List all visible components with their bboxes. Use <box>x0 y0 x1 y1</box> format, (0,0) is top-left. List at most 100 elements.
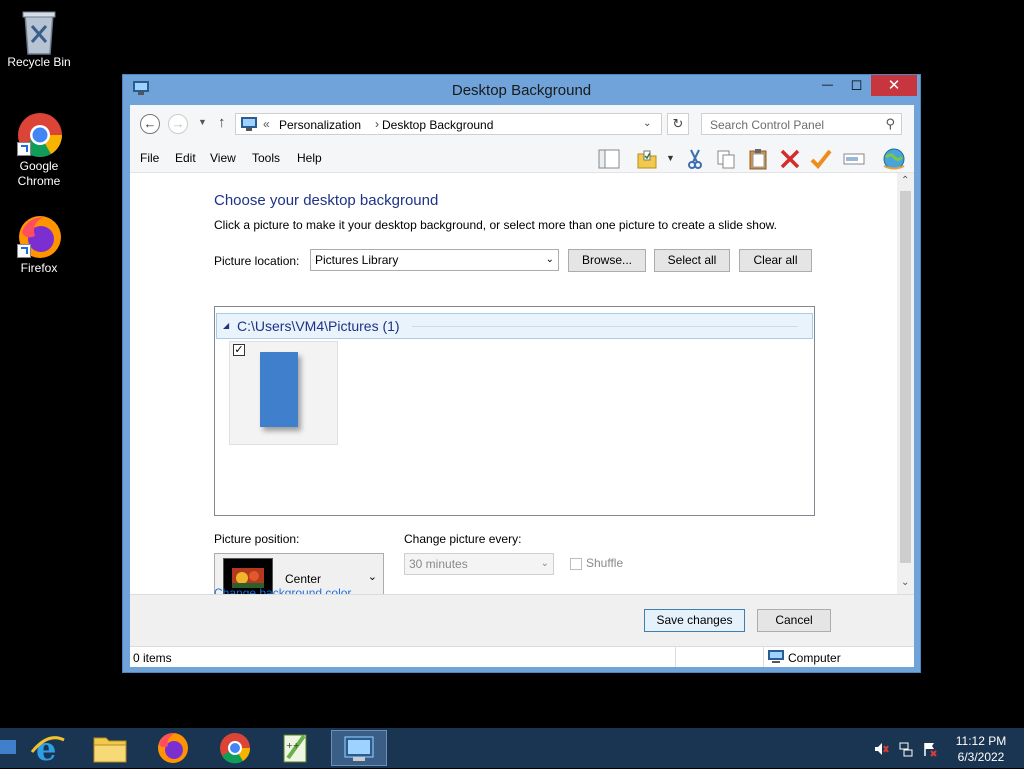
properties-check-icon[interactable] <box>810 148 832 170</box>
scroll-down-arrow-icon[interactable]: ⌄ <box>901 577 909 588</box>
layout-pane-icon[interactable] <box>598 148 620 170</box>
chrome-icon <box>17 112 62 157</box>
status-location: Computer <box>788 651 841 665</box>
internet-explorer-icon: e <box>30 730 65 768</box>
clear-all-button[interactable]: Clear all <box>739 249 812 272</box>
start-button[interactable] <box>0 740 16 754</box>
scroll-up-arrow-icon[interactable]: ⌃ <box>901 175 909 186</box>
chrome-label: Google Chrome <box>17 159 61 188</box>
search-input[interactable]: Search Control Panel <box>710 118 824 132</box>
taskbar-notepad-plus[interactable]: ++ <box>272 730 320 766</box>
taskbar-chrome[interactable] <box>211 730 259 766</box>
cut-icon[interactable] <box>684 148 706 170</box>
recycle-bin-label: Recycle Bin <box>7 55 71 69</box>
desktop-icon-recycle-bin[interactable]: Recycle Bin <box>1 8 77 70</box>
menu-edit[interactable]: Edit <box>175 151 196 165</box>
shuffle-checkbox[interactable] <box>570 558 582 570</box>
menu-tools[interactable]: Tools <box>252 151 280 165</box>
menu-file[interactable]: File <box>140 151 159 165</box>
clock-date: 6/3/2022 <box>957 750 1005 764</box>
status-bar: 0 items Computer <box>130 646 914 667</box>
organize-dropdown-icon[interactable]: ▼ <box>666 153 675 163</box>
page-description: Click a picture to make it your desktop … <box>214 218 777 232</box>
search-icon[interactable]: ⚲ <box>885 116 895 132</box>
main-content: Choose your desktop background Click a p… <box>130 173 897 594</box>
menu-view[interactable]: View <box>210 151 236 165</box>
recycle-bin-icon <box>17 8 61 55</box>
control-panel-icon <box>344 736 374 761</box>
group-divider <box>412 326 798 327</box>
file-explorer-icon <box>93 737 127 763</box>
clock[interactable]: 11:12 PM 6/3/2022 <box>948 733 1014 765</box>
chevron-down-icon: ⌄ <box>540 558 549 569</box>
menu-bar: File Edit View Tools Help ▼ <box>130 145 914 173</box>
picture-thumbnail[interactable] <box>229 341 338 445</box>
picture-position-label: Picture position: <box>214 532 300 546</box>
copy-icon[interactable] <box>715 148 737 170</box>
status-divider <box>675 647 676 667</box>
picture-gallery[interactable]: ◢ C:\Users\VM4\Pictures (1) ✓ <box>214 306 815 516</box>
up-arrow-icon[interactable]: ↑ <box>218 114 226 131</box>
taskbar-control-panel[interactable] <box>331 730 387 766</box>
network-icon[interactable] <box>898 741 914 757</box>
minimize-button[interactable]: — <box>813 75 842 96</box>
picture-location-value: Pictures Library <box>315 253 399 267</box>
thumbnail-checkbox[interactable]: ✓ <box>233 344 245 356</box>
collapse-triangle-icon[interactable]: ◢ <box>223 321 229 330</box>
address-bar[interactable]: « Personalization › Desktop Background ⌄ <box>235 113 662 135</box>
folder-options-icon[interactable] <box>636 148 658 170</box>
svg-text:e: e <box>36 730 56 766</box>
vertical-scrollbar[interactable]: ⌃ ⌄ <box>897 173 914 594</box>
desktop-background-window: Desktop Background — ☐ ✕ ← → ▼ ↑ « Perso… <box>122 74 921 673</box>
shuffle-label: Shuffle <box>586 556 624 570</box>
save-changes-button[interactable]: Save changes <box>644 609 745 632</box>
picture-location-label: Picture location: <box>214 254 300 268</box>
maximize-button[interactable]: ☐ <box>842 75 871 96</box>
chrome-icon <box>220 733 251 764</box>
folder-group-title: C:\Users\VM4\Pictures (1) <box>237 318 400 334</box>
action-center-flag-icon[interactable] <box>922 741 938 757</box>
window-client-area: ← → ▼ ↑ « Personalization › Desktop Back… <box>130 105 914 667</box>
forward-button[interactable]: → <box>168 114 188 134</box>
rename-icon[interactable] <box>843 148 865 170</box>
scroll-thumb[interactable] <box>900 191 911 563</box>
delete-icon[interactable] <box>779 148 801 170</box>
computer-icon <box>768 650 784 664</box>
recent-pages-dropdown-icon[interactable]: ▼ <box>198 117 207 127</box>
desktop-icon-chrome[interactable]: Google Chrome <box>1 112 77 189</box>
shortcut-arrow-icon <box>17 244 31 258</box>
navigation-bar: ← → ▼ ↑ « Personalization › Desktop Back… <box>130 105 914 145</box>
picture-position-value: Center <box>285 572 322 586</box>
clock-time: 11:12 PM <box>955 734 1007 748</box>
taskbar: e ++ 11:12 PM 6/3/2022 <box>0 728 1024 768</box>
close-button[interactable]: ✕ <box>871 75 917 96</box>
title-bar[interactable]: Desktop Background — ☐ ✕ <box>123 75 920 105</box>
refresh-button[interactable]: ↻ <box>667 113 689 135</box>
globe-help-icon[interactable] <box>882 148 905 170</box>
paste-icon[interactable] <box>747 148 769 170</box>
status-divider <box>763 647 764 667</box>
folder-group-header[interactable]: ◢ C:\Users\VM4\Pictures (1) <box>216 313 813 339</box>
taskbar-file-explorer[interactable] <box>86 730 134 766</box>
cancel-button[interactable]: Cancel <box>757 609 831 632</box>
taskbar-firefox[interactable] <box>149 730 197 766</box>
address-dropdown-icon[interactable]: ⌄ <box>643 118 651 129</box>
picture-location-select[interactable]: Pictures Library ⌄ <box>310 249 559 271</box>
firefox-icon <box>158 733 188 763</box>
breadcrumb-personalization[interactable]: Personalization <box>279 118 361 132</box>
taskbar-internet-explorer[interactable]: e <box>24 730 72 768</box>
breadcrumb-separator[interactable]: › <box>375 117 379 131</box>
desktop-icon-firefox[interactable]: Firefox <box>1 214 77 276</box>
page-heading: Choose your desktop background <box>214 192 439 209</box>
address-overflow-chevron[interactable]: « <box>263 117 270 131</box>
back-button[interactable]: ← <box>140 114 160 134</box>
firefox-icon <box>17 214 61 258</box>
menu-help[interactable]: Help <box>297 151 322 165</box>
breadcrumb-desktop-background[interactable]: Desktop Background <box>382 118 493 132</box>
change-background-color-link[interactable]: Change background color <box>214 586 351 594</box>
search-box[interactable]: Search Control Panel ⚲ <box>701 113 902 135</box>
select-all-button[interactable]: Select all <box>654 249 730 272</box>
change-picture-select[interactable]: 30 minutes ⌄ <box>404 553 554 575</box>
browse-button[interactable]: Browse... <box>568 249 646 272</box>
volume-muted-icon[interactable] <box>873 741 889 757</box>
